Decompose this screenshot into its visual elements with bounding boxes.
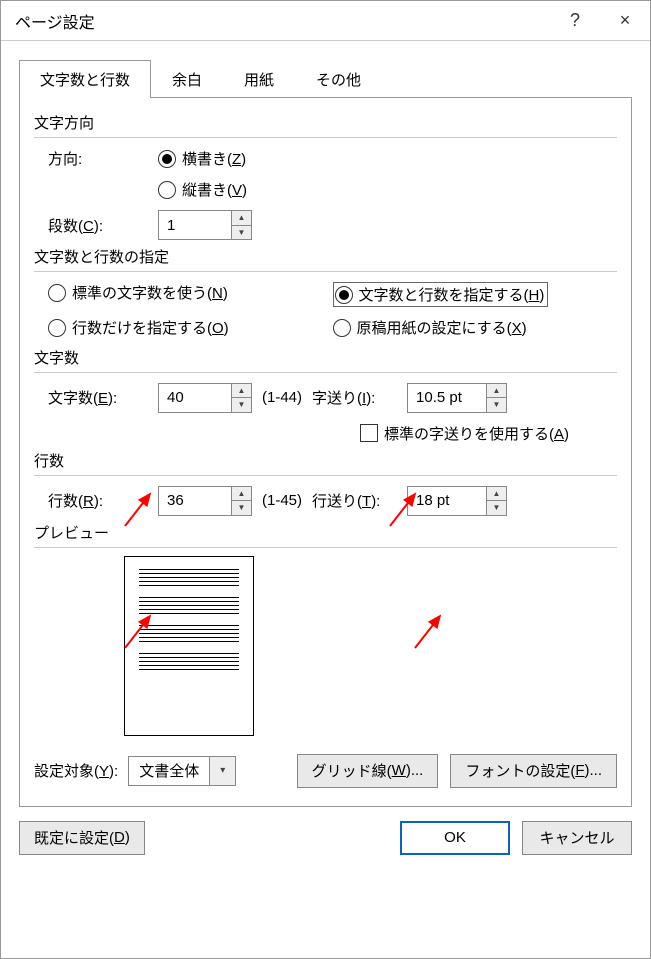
- group-lines: 行数: [34, 450, 617, 476]
- radio-genkoyoshi[interactable]: 原稿用紙の設定にする(X): [333, 317, 527, 338]
- radio-icon: [48, 319, 66, 337]
- tab-strip: 文字数と行数 余白 用紙 その他: [19, 59, 632, 98]
- radio-icon: [48, 284, 66, 302]
- dialog-buttons: 既定に設定(D) OK キャンセル: [1, 807, 650, 873]
- spin-up-icon[interactable]: ▲: [232, 211, 251, 226]
- line-pitch-value[interactable]: 18 pt: [408, 487, 486, 515]
- help-button[interactable]: ?: [550, 1, 600, 41]
- group-chars: 文字数: [34, 347, 617, 373]
- tab-margins[interactable]: 余白: [151, 60, 223, 98]
- checkbox-icon: [360, 424, 378, 442]
- line-pitch-label: 行送り(T):: [312, 490, 407, 511]
- line-count-spin[interactable]: 36 ▲▼: [158, 486, 252, 516]
- dialog-content: 文字数と行数 余白 用紙 その他 文字方向 方向: 横書き(Z) 縦書き(V) …: [1, 41, 650, 807]
- group-direction: 文字方向: [34, 112, 617, 138]
- tab-paper[interactable]: 用紙: [223, 60, 295, 98]
- tab-body: 文字方向 方向: 横書き(Z) 縦書き(V) 段数(C): 1 ▲ ▼: [19, 98, 632, 807]
- tab-other[interactable]: その他: [295, 60, 382, 98]
- direction-label: 方向:: [48, 148, 158, 169]
- group-spec: 文字数と行数の指定: [34, 246, 617, 272]
- radio-vertical[interactable]: 縦書き(V): [158, 179, 247, 200]
- line-pitch-spin[interactable]: 18 pt ▲▼: [407, 486, 507, 516]
- row-columns: 段数(C): 1 ▲ ▼: [34, 210, 617, 240]
- row-char-count: 文字数(E): 40 ▲▼ (1-44) 字送り(I): 10.5 pt ▲▼: [34, 383, 617, 413]
- titlebar: ページ設定 ? ×: [1, 1, 650, 41]
- spin-up-icon[interactable]: ▲: [232, 384, 251, 399]
- cancel-button[interactable]: キャンセル: [522, 821, 632, 855]
- chevron-down-icon[interactable]: ▾: [209, 757, 235, 785]
- columns-label: 段数(C):: [48, 215, 158, 236]
- spin-down-icon[interactable]: ▼: [232, 501, 251, 515]
- radio-icon: [333, 319, 351, 337]
- set-default-button[interactable]: 既定に設定(D): [19, 821, 145, 855]
- row-direction-vertical: 縦書き(V): [34, 179, 617, 200]
- row-direction: 方向: 横書き(Z): [34, 148, 617, 169]
- spin-down-icon[interactable]: ▼: [487, 501, 506, 515]
- columns-value[interactable]: 1: [159, 211, 231, 239]
- preview-page: [124, 556, 254, 736]
- spin-down-icon[interactable]: ▼: [487, 398, 506, 412]
- line-count-range: (1-45): [262, 492, 302, 509]
- spec-row2: 行数だけを指定する(O) 原稿用紙の設定にする(X): [34, 317, 617, 341]
- radio-specify-both[interactable]: 文字数と行数を指定する(H): [333, 282, 549, 307]
- line-count-label: 行数(R):: [48, 490, 158, 511]
- radio-icon: [335, 286, 353, 304]
- group-preview: プレビュー: [34, 522, 617, 548]
- columns-spin[interactable]: 1 ▲ ▼: [158, 210, 252, 240]
- spin-down-icon[interactable]: ▼: [232, 226, 251, 240]
- checkbox-default-pitch[interactable]: 標準の字送りを使用する(A): [360, 423, 569, 444]
- row-default-pitch: 標準の字送りを使用する(A): [34, 423, 617, 444]
- spin-buttons: ▲ ▼: [231, 211, 251, 239]
- apply-to-label: 設定対象(Y):: [34, 760, 118, 781]
- ok-button[interactable]: OK: [400, 821, 510, 855]
- apply-to-select[interactable]: 文書全体 ▾: [128, 756, 236, 786]
- close-button[interactable]: ×: [600, 1, 650, 41]
- spin-up-icon[interactable]: ▲: [487, 487, 506, 502]
- char-pitch-label: 字送り(I):: [312, 387, 407, 408]
- gridlines-button[interactable]: グリッド線(W)...: [297, 754, 439, 788]
- row-line-count: 行数(R): 36 ▲▼ (1-45) 行送り(T): 18 pt ▲▼: [34, 486, 617, 516]
- tab-chars-lines[interactable]: 文字数と行数: [19, 60, 151, 98]
- char-count-range: (1-44): [262, 389, 302, 406]
- spin-down-icon[interactable]: ▼: [232, 398, 251, 412]
- radio-icon: [158, 181, 176, 199]
- window-title: ページ設定: [15, 9, 550, 33]
- radio-lines-only[interactable]: 行数だけを指定する(O): [48, 317, 229, 338]
- char-pitch-value[interactable]: 10.5 pt: [408, 384, 486, 412]
- char-count-value[interactable]: 40: [159, 384, 231, 412]
- font-settings-button[interactable]: フォントの設定(F)...: [450, 754, 617, 788]
- apply-to-value: 文書全体: [129, 757, 209, 785]
- spin-up-icon[interactable]: ▲: [232, 487, 251, 502]
- radio-horizontal[interactable]: 横書き(Z): [158, 148, 246, 169]
- line-count-value[interactable]: 36: [159, 487, 231, 515]
- radio-standard-chars[interactable]: 標準の文字数を使う(N): [48, 282, 228, 303]
- spin-up-icon[interactable]: ▲: [487, 384, 506, 399]
- radio-icon: [158, 150, 176, 168]
- char-pitch-spin[interactable]: 10.5 pt ▲▼: [407, 383, 507, 413]
- spec-row1: 標準の文字数を使う(N) 文字数と行数を指定する(H): [34, 282, 617, 307]
- apply-row: 設定対象(Y): 文書全体 ▾ グリッド線(W)... フォントの設定(F)..…: [34, 754, 617, 788]
- char-count-spin[interactable]: 40 ▲▼: [158, 383, 252, 413]
- char-count-label: 文字数(E):: [48, 387, 158, 408]
